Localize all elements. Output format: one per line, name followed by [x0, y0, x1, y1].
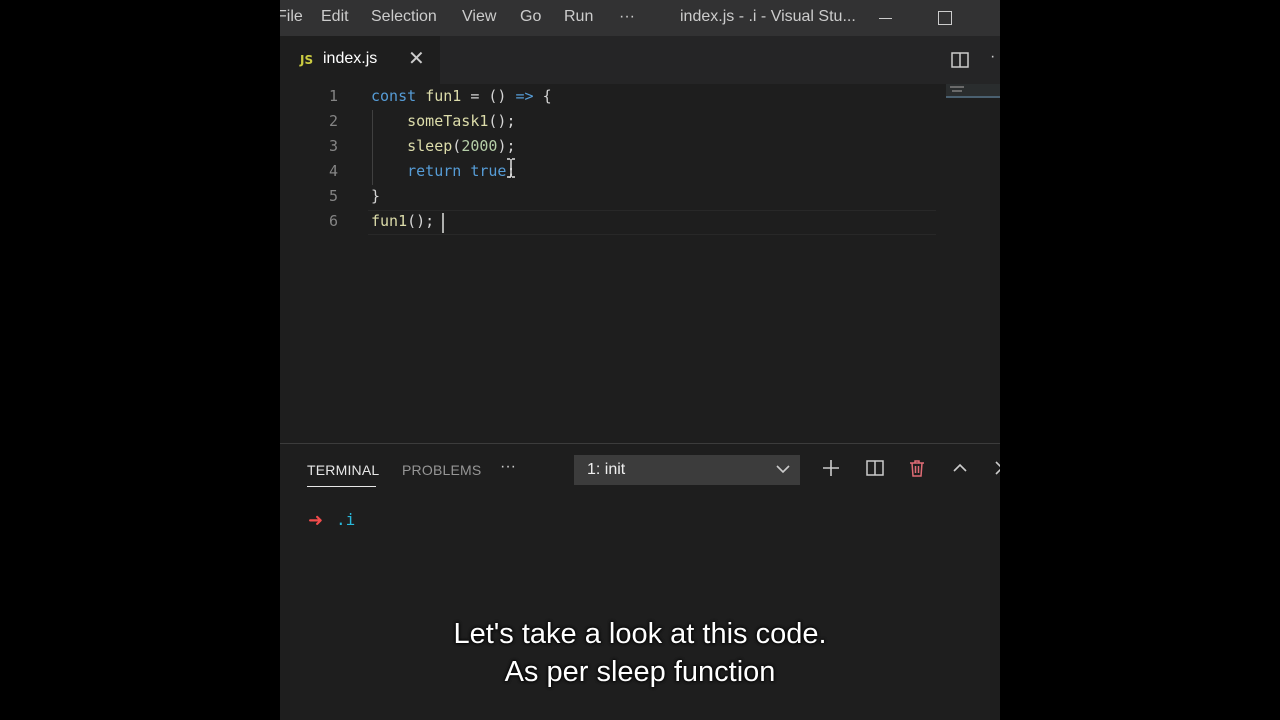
trash-icon[interactable] — [907, 458, 927, 478]
minimap[interactable] — [946, 84, 1000, 98]
menu-file[interactable]: File — [280, 8, 303, 26]
number-token: 2000 — [461, 137, 498, 155]
code-token: ( — [452, 137, 462, 155]
menu-go[interactable]: Go — [520, 8, 541, 26]
active-tab-indicator — [307, 486, 376, 487]
boolean-token: true — [470, 162, 507, 180]
code-token: = () — [461, 87, 516, 105]
video-subtitles: Let's take a look at this code. As per s… — [280, 615, 1000, 691]
code-token: (); — [488, 112, 516, 130]
menu-view[interactable]: View — [462, 8, 496, 26]
menu-edit[interactable]: Edit — [321, 8, 349, 26]
line-number: 4 — [328, 162, 338, 180]
maximize-button[interactable] — [922, 0, 968, 36]
tab-terminal[interactable]: TERMINAL — [307, 462, 379, 478]
vscode-window: File Edit Selection View Go Run ··· inde… — [280, 0, 1000, 720]
tab-index-js[interactable]: JS index.js ✕ — [280, 36, 440, 84]
code-token: ); — [497, 137, 516, 155]
menu-run[interactable]: Run — [564, 8, 593, 26]
line-number: 6 — [328, 212, 338, 230]
minimize-button[interactable] — [862, 0, 908, 36]
prompt-directory: .i — [336, 510, 356, 529]
split-editor-icon[interactable] — [950, 50, 970, 70]
code-line-4: return true; — [371, 159, 515, 184]
maximize-icon — [938, 11, 952, 25]
function-token: fun1 — [371, 212, 408, 230]
current-line-highlight — [368, 210, 936, 235]
function-token: someTask1 — [407, 112, 489, 130]
code-line-1: const fun1 = () => { — [371, 84, 552, 109]
function-token: sleep — [407, 137, 453, 155]
javascript-file-icon: JS — [300, 53, 314, 67]
function-token: fun1 — [425, 87, 462, 105]
close-icon[interactable]: ✕ — [408, 49, 425, 69]
add-terminal-icon[interactable] — [821, 458, 841, 478]
menu-selection[interactable]: Selection — [371, 8, 437, 26]
code-token: (); — [407, 212, 435, 230]
code-line-2: someTask1(); — [371, 109, 516, 134]
more-actions-icon[interactable]: · — [990, 48, 995, 66]
panel-more-icon[interactable]: ··· — [500, 458, 516, 476]
code-line-3: sleep(2000); — [371, 134, 516, 159]
editor-tab-bar: JS index.js ✕ · — [280, 36, 1000, 84]
menu-more[interactable]: ··· — [619, 8, 635, 26]
terminal-select-value: 1: init — [587, 461, 626, 478]
chevron-down-icon — [776, 465, 790, 474]
terminal-select[interactable]: 1: init — [574, 455, 800, 485]
subtitle-line-1: Let's take a look at this code. — [453, 618, 827, 650]
code-token: { — [533, 87, 552, 105]
split-terminal-icon[interactable] — [865, 458, 885, 478]
code-line-6: fun1(); — [371, 209, 434, 234]
arrow-token: => — [515, 87, 534, 105]
prompt-arrow-icon: ➜ — [308, 510, 324, 531]
title-bar: File Edit Selection View Go Run ··· inde… — [280, 0, 1000, 36]
close-panel-icon[interactable] — [992, 458, 1000, 478]
line-number: 3 — [328, 137, 338, 155]
keyword-token: return — [407, 162, 471, 180]
subtitle-line-2: As per sleep function — [504, 656, 776, 688]
tab-label: index.js — [323, 50, 378, 67]
line-number: 5 — [328, 187, 338, 205]
code-editor[interactable]: 1 2 3 4 5 6 const fun1 = () => { someTas… — [280, 84, 1000, 442]
window-title: index.js - .i - Visual Stu... — [680, 8, 856, 25]
line-number: 1 — [328, 87, 338, 105]
minimize-icon — [878, 17, 892, 19]
chevron-up-icon[interactable] — [950, 458, 970, 478]
code-token: } — [371, 187, 381, 205]
keyword-token: const — [371, 87, 426, 105]
line-number: 2 — [328, 112, 338, 130]
tab-problems[interactable]: PROBLEMS — [402, 462, 481, 478]
ibeam-cursor-icon — [507, 158, 515, 178]
code-line-5: } — [371, 184, 380, 209]
text-caret — [442, 213, 444, 233]
